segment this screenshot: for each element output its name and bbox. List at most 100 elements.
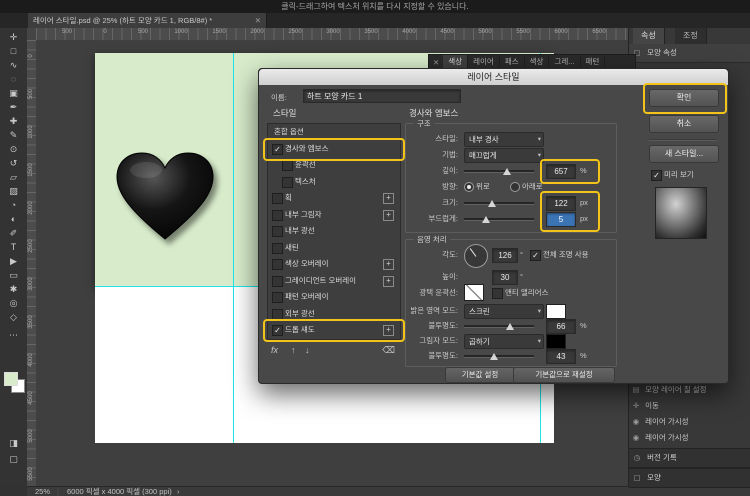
drop-shadow-checkbox[interactable]: ✓ [272, 325, 283, 336]
contour-checkbox[interactable] [282, 160, 293, 171]
reset-default-button[interactable]: 기본값으로 재설정 [513, 367, 615, 383]
slider-thumb[interactable] [482, 216, 490, 223]
name-input[interactable] [303, 89, 461, 103]
foreground-color-swatch[interactable] [4, 372, 18, 386]
size-value[interactable]: 122 [546, 196, 576, 211]
blur-tool[interactable]: ◔ [0, 198, 27, 212]
version-history-panel-header[interactable]: ◷ 버전 기록 [629, 448, 750, 468]
color-overlay-checkbox[interactable] [272, 259, 283, 270]
panel-tab-gradients[interactable]: 그레... [549, 55, 580, 69]
slider-thumb[interactable] [488, 200, 496, 207]
shadow-mode-select[interactable]: 곱하기 ▾ [464, 334, 544, 349]
shape-properties-row[interactable]: ▢ 모양 속성 [629, 44, 750, 63]
style-item-stroke[interactable]: 획 + [268, 190, 398, 206]
highlight-opacity-value[interactable]: 66 [546, 319, 576, 334]
soften-value[interactable]: 5 [546, 212, 576, 227]
dodge-tool[interactable]: ◐ [0, 212, 27, 226]
altitude-value[interactable]: 30 [492, 270, 518, 285]
add-gradient-overlay-icon[interactable]: + [383, 276, 394, 287]
add-drop-shadow-icon[interactable]: + [383, 325, 394, 336]
preview-checkbox[interactable]: ✓ [651, 170, 662, 181]
style-item-drop-shadow[interactable]: ✓ 드롭 섀도 + [268, 322, 398, 338]
eraser-tool[interactable]: ▱ [0, 170, 27, 184]
stroke-checkbox[interactable] [272, 193, 283, 204]
dialog-titlebar[interactable]: 레이어 스타일 [259, 69, 728, 85]
highlight-mode-select[interactable]: 스크린 ▾ [464, 304, 544, 319]
move-down-icon[interactable]: ↓ [305, 345, 310, 355]
document-tab[interactable]: ✕ 레이어 스타일.psd @ 25% (하트 모양 카드 1, RGB/8#)… [28, 13, 267, 28]
global-light-checkbox[interactable]: ✓ [530, 250, 541, 261]
add-stroke-icon[interactable]: + [383, 193, 394, 204]
bevel-style-select[interactable]: 내부 경사 ▾ [464, 132, 544, 147]
marquee-tool[interactable]: □ [0, 44, 27, 58]
hand-tool[interactable]: ✱ [0, 282, 27, 296]
type-tool[interactable]: T [0, 240, 27, 254]
slider-thumb[interactable] [490, 353, 498, 360]
close-icon[interactable]: ✕ [255, 13, 261, 28]
history-item[interactable]: ◉ 레이어 가시성 [629, 414, 750, 430]
zoom-level[interactable]: 25% [35, 487, 50, 496]
panel-tab-layers[interactable]: 레이어 [468, 55, 500, 69]
style-item-texture[interactable]: 텍스처 [268, 174, 398, 190]
slider-thumb[interactable] [503, 168, 511, 175]
toolbar-more-icon[interactable]: ⋯ [0, 328, 27, 342]
quick-selection-tool[interactable]: ◌ [0, 72, 27, 86]
size-slider[interactable] [464, 196, 534, 209]
soften-slider[interactable] [464, 212, 534, 225]
satin-checkbox[interactable] [272, 243, 283, 254]
style-item-blending-options[interactable]: 혼합 옵션 [268, 124, 398, 140]
screen-mode-icon[interactable]: ▢ [0, 452, 27, 466]
lasso-tool[interactable]: ∿ [0, 58, 27, 72]
history-item[interactable]: ✛ 이동 [629, 398, 750, 414]
inner-shadow-checkbox[interactable] [272, 210, 283, 221]
angle-value[interactable]: 126 [492, 248, 518, 263]
style-item-gradient-overlay[interactable]: 그레이디언트 오버레이 + [268, 273, 398, 289]
healing-brush-tool[interactable]: ✚ [0, 114, 27, 128]
slider-thumb[interactable] [506, 323, 514, 330]
highlight-opacity-slider[interactable] [464, 319, 534, 332]
new-style-button[interactable]: 새 스타일... [649, 145, 719, 163]
heart-shape-layer[interactable] [112, 150, 218, 244]
pattern-overlay-checkbox[interactable] [272, 292, 283, 303]
gradient-tool[interactable]: ▨ [0, 184, 27, 198]
depth-slider[interactable] [464, 164, 534, 177]
clone-stamp-tool[interactable]: ⊙ [0, 142, 27, 156]
outer-glow-checkbox[interactable] [272, 309, 283, 320]
depth-value[interactable]: 657 [546, 164, 576, 179]
fx-icon[interactable]: fx [271, 345, 278, 355]
move-tool[interactable]: ✛ [0, 30, 27, 44]
direction-down-radio[interactable] [510, 182, 520, 192]
history-brush-tool[interactable]: ↺ [0, 156, 27, 170]
style-item-pattern-overlay[interactable]: 패턴 오버레이 [268, 289, 398, 305]
style-item-color-overlay[interactable]: 색상 오버레이 + [268, 256, 398, 272]
shape-tool[interactable]: ▭ [0, 268, 27, 282]
style-item-bevel-emboss[interactable]: ✓ 경사와 엠보스 [268, 141, 398, 157]
panel-tab-patterns[interactable]: 패턴 [581, 55, 606, 69]
gradient-overlay-checkbox[interactable] [272, 276, 283, 287]
panel-tab-color[interactable]: 색상 [443, 55, 468, 69]
frame-tool[interactable]: ◇ [0, 310, 27, 324]
crop-tool[interactable]: ▣ [0, 86, 27, 100]
tab-properties[interactable]: 속성 [633, 28, 665, 44]
move-up-icon[interactable]: ↑ [291, 345, 296, 355]
angle-dial[interactable] [464, 244, 488, 268]
direction-up-radio[interactable] [464, 182, 474, 192]
add-inner-shadow-icon[interactable]: + [383, 210, 394, 221]
panel-tab-paths[interactable]: 패스 [500, 55, 525, 69]
panel-tab-swatches[interactable]: 색상 [525, 55, 550, 69]
tab-adjustments[interactable]: 조정 [675, 28, 707, 44]
history-item[interactable]: ▤ 모양 레이어 칠 설정 [629, 382, 750, 398]
pen-tool[interactable]: ✐ [0, 226, 27, 240]
brush-tool[interactable]: ✎ [0, 128, 27, 142]
chevron-right-icon[interactable]: › [177, 487, 180, 496]
shadow-color-swatch[interactable] [546, 334, 566, 349]
highlight-color-swatch[interactable] [546, 304, 566, 319]
shadow-opacity-value[interactable]: 43 [546, 349, 576, 364]
zoom-tool[interactable]: ◎ [0, 296, 27, 310]
shape-panel-header[interactable]: ▢ 모양 [629, 468, 750, 488]
style-item-satin[interactable]: 새틴 [268, 240, 398, 256]
history-item[interactable]: ◉ 레이어 가시성 [629, 430, 750, 446]
inner-glow-checkbox[interactable] [272, 226, 283, 237]
antialias-checkbox[interactable] [492, 288, 503, 299]
texture-checkbox[interactable] [282, 177, 293, 188]
